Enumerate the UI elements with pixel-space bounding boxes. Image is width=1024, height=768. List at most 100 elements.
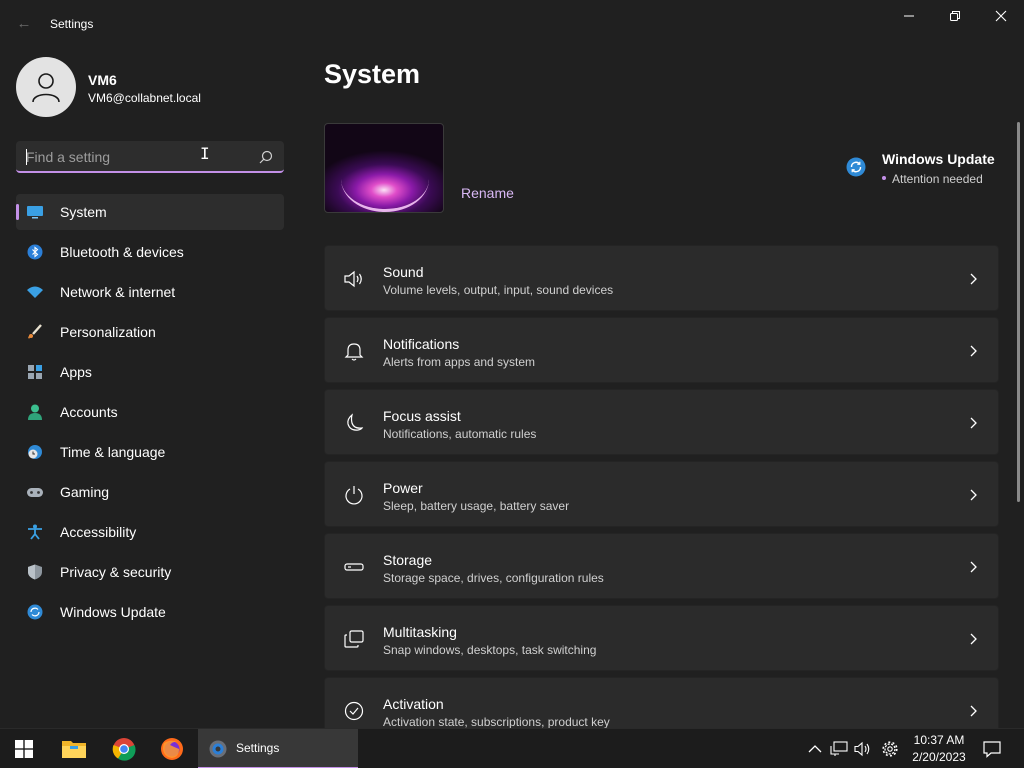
card-description: Alerts from apps and system xyxy=(383,355,536,369)
taskbar-settings[interactable]: Settings xyxy=(198,729,358,768)
restore-icon xyxy=(950,11,960,21)
sidebar-item-accessibility[interactable]: Accessibility xyxy=(16,514,284,550)
text-caret xyxy=(26,149,27,165)
card-description: Storage space, drives, configuration rul… xyxy=(383,571,604,585)
sidebar-item-windows-update[interactable]: Windows Update xyxy=(16,594,284,630)
sidebar-nav: System Bluetooth & devices Network & int… xyxy=(16,194,284,634)
minimize-button[interactable] xyxy=(886,0,932,32)
card-sound[interactable]: Sound Volume levels, output, input, soun… xyxy=(324,245,999,311)
close-icon xyxy=(995,10,1007,22)
storage-icon xyxy=(344,563,364,571)
monitor-icon xyxy=(27,206,43,219)
search-box[interactable] xyxy=(16,141,284,173)
card-multitasking[interactable]: Multitasking Snap windows, desktops, tas… xyxy=(324,605,999,671)
maximize-button[interactable] xyxy=(932,0,978,32)
update-icon xyxy=(27,604,43,620)
wifi-icon xyxy=(27,286,43,298)
card-storage[interactable]: Storage Storage space, drives, configura… xyxy=(324,533,999,599)
multitasking-icon xyxy=(344,630,364,648)
card-description: Activation state, subscriptions, product… xyxy=(383,715,610,728)
bell-icon xyxy=(344,343,364,361)
taskbar-settings-label: Settings xyxy=(236,741,280,755)
brush-icon xyxy=(28,324,42,339)
card-power[interactable]: Power Sleep, battery usage, battery save… xyxy=(324,461,999,527)
sidebar-item-personalization[interactable]: Personalization xyxy=(16,314,284,350)
scrollbar-thumb[interactable] xyxy=(1017,122,1020,502)
clock-time: 10:37 AM xyxy=(913,733,965,747)
volume-tray-button[interactable] xyxy=(852,729,874,768)
sidebar-item-label: Windows Update xyxy=(60,604,166,620)
sidebar-item-label: System xyxy=(60,204,107,220)
show-hidden-icons-button[interactable] xyxy=(804,729,826,768)
speaker-icon xyxy=(344,270,362,288)
gear-icon xyxy=(882,741,898,757)
check-circle-icon xyxy=(344,701,364,721)
app-title: Settings xyxy=(50,17,94,31)
windows-update-title: Windows Update xyxy=(882,151,995,167)
back-arrow-icon: ← xyxy=(16,15,32,32)
card-focus-assist[interactable]: Focus assist Notifications, automatic ru… xyxy=(324,389,999,455)
sidebar-item-label: Privacy & security xyxy=(60,564,172,580)
sidebar-item-time-language[interactable]: Time & language xyxy=(16,434,284,470)
close-button[interactable] xyxy=(978,0,1024,32)
moon-icon xyxy=(347,413,364,431)
card-description: Notifications, automatic rules xyxy=(383,427,537,441)
taskbar-file-explorer[interactable] xyxy=(50,729,98,768)
sidebar-item-network[interactable]: Network & internet xyxy=(16,274,284,310)
search-icon[interactable] xyxy=(258,149,274,165)
chevron-right-icon xyxy=(970,633,977,645)
sidebar-item-label: Accounts xyxy=(60,404,118,420)
sidebar-item-privacy-security[interactable]: Privacy & security xyxy=(16,554,284,590)
taskbar-chrome[interactable] xyxy=(100,729,148,768)
taskbar-firefox[interactable] xyxy=(148,729,196,768)
accessibility-icon xyxy=(28,524,42,540)
sidebar-item-label: Accessibility xyxy=(60,524,137,540)
sidebar-item-accounts[interactable]: Accounts xyxy=(16,394,284,430)
network-tray-button[interactable] xyxy=(828,729,850,768)
sidebar-item-label: Personalization xyxy=(60,324,156,340)
sidebar-item-bluetooth[interactable]: Bluetooth & devices xyxy=(16,234,284,270)
avatar[interactable] xyxy=(16,57,76,117)
sidebar-item-apps[interactable]: Apps xyxy=(16,354,284,390)
windows-update-status-text: Attention needed xyxy=(892,172,983,186)
taskbar-clock[interactable]: 10:37 AM 2/20/2023 xyxy=(906,732,972,766)
windows-update-status[interactable]: Windows Update Attention needed xyxy=(846,150,1006,190)
desktop-wallpaper-preview[interactable] xyxy=(324,123,444,213)
card-title: Sound xyxy=(383,264,424,280)
sidebar-item-system[interactable]: System xyxy=(16,194,284,230)
notification-center-button[interactable] xyxy=(980,729,1004,768)
chevron-right-icon xyxy=(970,345,977,357)
gamepad-icon xyxy=(27,488,43,497)
card-activation[interactable]: Activation Activation state, subscriptio… xyxy=(324,677,999,728)
search-input[interactable] xyxy=(26,148,246,166)
card-description: Volume levels, output, input, sound devi… xyxy=(383,283,614,297)
minimize-icon xyxy=(904,15,914,17)
card-title: Power xyxy=(383,480,423,496)
wallpaper-glow xyxy=(341,146,429,212)
chevron-up-icon xyxy=(808,745,822,753)
sidebar-item-label: Network & internet xyxy=(60,284,176,300)
chevron-right-icon xyxy=(970,489,977,501)
update-icon xyxy=(846,157,866,177)
start-button[interactable] xyxy=(0,729,48,768)
clock-date: 2/20/2023 xyxy=(912,750,966,764)
card-title: Multitasking xyxy=(383,624,457,640)
taskbar: Settings 10:37 AM 2/20/2023 xyxy=(0,728,1024,768)
apps-icon xyxy=(28,365,42,379)
card-notifications[interactable]: Notifications Alerts from apps and syste… xyxy=(324,317,999,383)
folder-icon xyxy=(62,741,86,758)
settings-tray-button[interactable] xyxy=(879,729,901,768)
title-bar: ← Settings xyxy=(0,0,1024,48)
globe-clock-icon xyxy=(28,445,42,459)
chevron-right-icon xyxy=(970,705,977,717)
sidebar-item-label: Time & language xyxy=(60,444,166,460)
card-title: Activation xyxy=(383,696,444,712)
rename-link[interactable]: Rename xyxy=(461,185,514,201)
windows-logo-icon xyxy=(15,740,33,758)
back-button[interactable]: ← xyxy=(14,14,34,34)
volume-icon xyxy=(854,741,870,757)
mouse-cursor: I xyxy=(200,144,210,163)
card-description: Sleep, battery usage, battery saver xyxy=(383,499,570,513)
sidebar-item-gaming[interactable]: Gaming xyxy=(16,474,284,510)
sidebar-item-label: Bluetooth & devices xyxy=(60,244,184,260)
